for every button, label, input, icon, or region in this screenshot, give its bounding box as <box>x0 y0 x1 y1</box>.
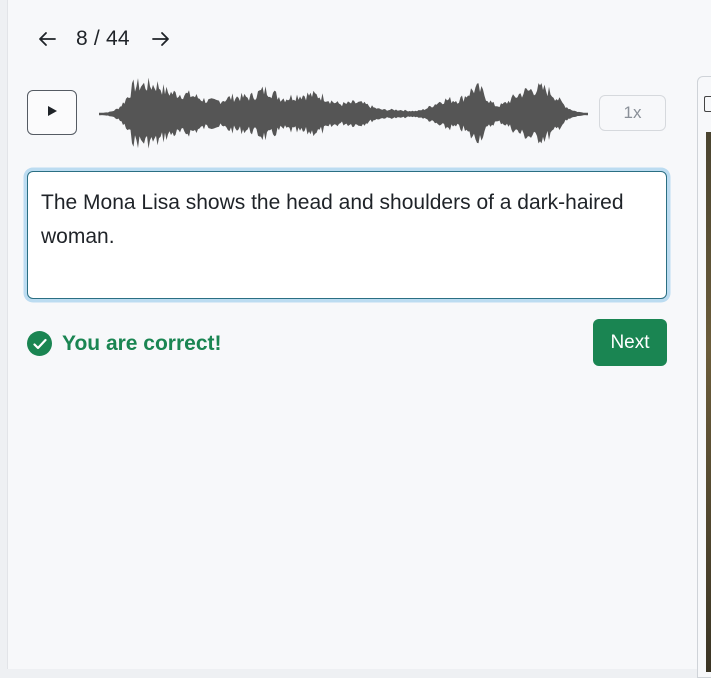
card-icon <box>704 96 711 112</box>
card-image <box>706 132 711 672</box>
play-button[interactable] <box>27 90 77 135</box>
page-counter: 8 / 44 <box>76 27 130 50</box>
feedback-status: You are correct! <box>27 331 222 356</box>
arrow-left-icon[interactable] <box>36 24 58 54</box>
play-icon <box>46 104 58 122</box>
audio-waveform[interactable] <box>97 74 591 154</box>
next-button[interactable]: Next <box>593 319 667 366</box>
arrow-right-icon[interactable] <box>150 24 172 54</box>
feedback-message: You are correct! <box>62 331 222 355</box>
waveform-shape <box>99 77 588 149</box>
check-circle-icon <box>27 331 52 356</box>
pager: 8 / 44 <box>36 24 172 54</box>
answer-input[interactable]: The Mona Lisa shows the head and shoulde… <box>27 171 667 299</box>
playback-speed-button[interactable]: 1x <box>599 95 666 131</box>
